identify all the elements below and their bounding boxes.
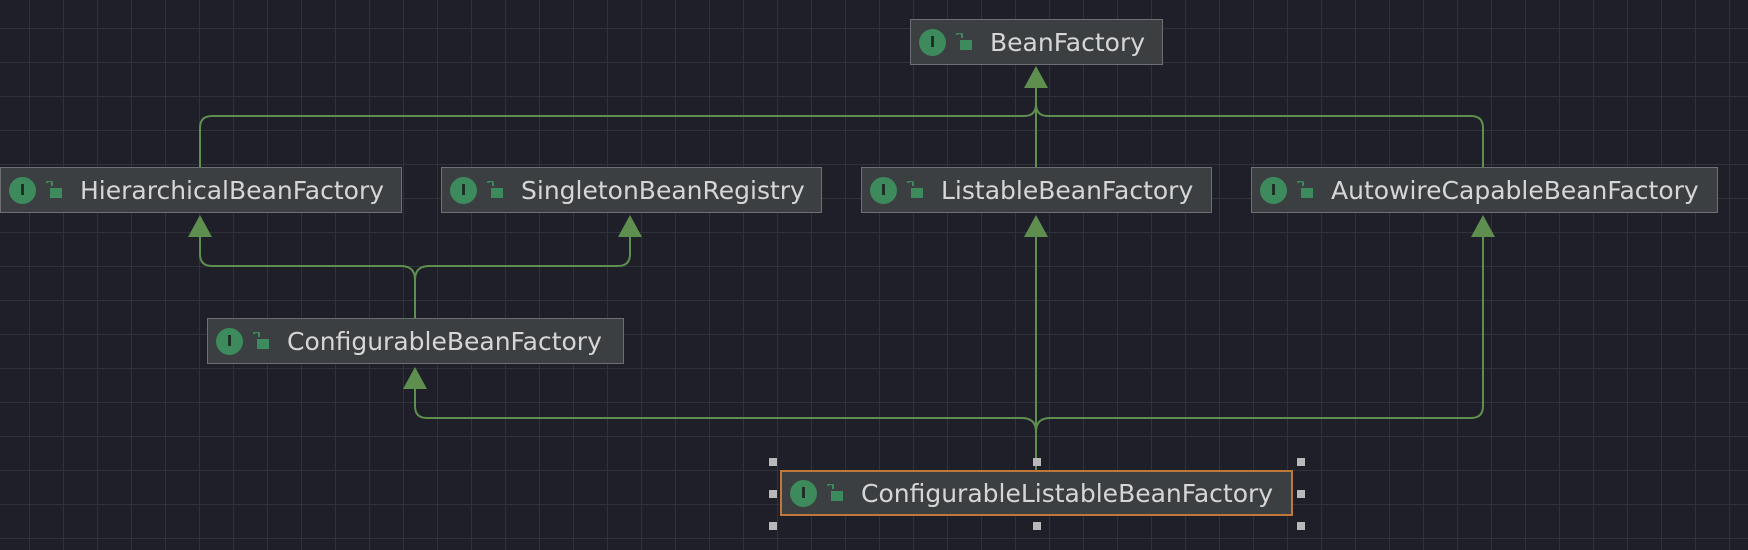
node-label: HierarchicalBeanFactory <box>80 175 385 205</box>
arrowhead-beanfactory <box>1024 66 1048 88</box>
public-unlock-icon <box>1297 181 1313 198</box>
selection-handle-middle-right[interactable] <box>1297 490 1305 498</box>
selection-handle-bottom-left[interactable] <box>769 522 777 530</box>
node-autowire-capable-bean-factory[interactable]: I AutowireCapableBeanFactory <box>1251 167 1718 213</box>
arrowhead-listable <box>1024 215 1048 237</box>
node-label: AutowireCapableBeanFactory <box>1331 175 1699 205</box>
arrowhead-configurable <box>403 367 427 389</box>
selection-handle-middle-left[interactable] <box>769 490 777 498</box>
interface-icon: I <box>870 176 897 204</box>
interface-icon: I <box>450 176 477 204</box>
node-label: ListableBeanFactory <box>941 175 1194 205</box>
selection-handle-top-center[interactable] <box>1033 458 1041 466</box>
node-label: BeanFactory <box>990 27 1146 57</box>
node-label: ConfigurableListableBeanFactory <box>861 478 1274 508</box>
node-bean-factory[interactable]: I BeanFactory <box>910 19 1163 65</box>
interface-icon: I <box>919 28 946 56</box>
public-unlock-icon <box>907 181 923 198</box>
arrowhead-hierarchical <box>188 215 212 237</box>
public-unlock-icon <box>827 484 843 501</box>
arrowhead-singleton <box>618 215 642 237</box>
node-singleton-bean-registry[interactable]: I SingletonBeanRegistry <box>441 167 822 213</box>
selection-handle-top-left[interactable] <box>769 458 777 466</box>
node-configurable-listable-bean-factory[interactable]: I ConfigurableListableBeanFactory <box>780 470 1293 516</box>
selection-handle-bottom-right[interactable] <box>1297 522 1305 530</box>
arrowhead-autowire <box>1471 215 1495 237</box>
edge-configurablelistable-to-configurable[interactable] <box>414 388 1037 470</box>
edge-hierarchical-to-beanfactory[interactable] <box>199 86 1037 167</box>
public-unlock-icon <box>487 181 503 198</box>
public-unlock-icon <box>956 33 972 50</box>
interface-icon: I <box>1260 176 1287 204</box>
interface-icon: I <box>9 176 36 204</box>
node-listable-bean-factory[interactable]: I ListableBeanFactory <box>861 167 1212 213</box>
node-label: SingletonBeanRegistry <box>521 175 805 205</box>
edge-configurable-to-hierarchical[interactable] <box>199 236 416 318</box>
selection-handle-bottom-center[interactable] <box>1033 522 1041 530</box>
selection-handle-top-right[interactable] <box>1297 458 1305 466</box>
public-unlock-icon <box>46 181 62 198</box>
edge-configurable-to-singleton[interactable] <box>414 236 631 318</box>
edge-autowire-to-beanfactory[interactable] <box>1035 86 1484 167</box>
interface-icon: I <box>790 479 817 507</box>
node-configurable-bean-factory[interactable]: I ConfigurableBeanFactory <box>207 318 624 364</box>
interface-icon: I <box>216 327 243 355</box>
diagram-canvas <box>188 66 1495 470</box>
public-unlock-icon <box>253 332 269 349</box>
node-label: ConfigurableBeanFactory <box>287 326 602 356</box>
edge-configurablelistable-to-autowire[interactable] <box>1035 236 1484 470</box>
node-hierarchical-bean-factory[interactable]: I HierarchicalBeanFactory <box>0 167 402 213</box>
